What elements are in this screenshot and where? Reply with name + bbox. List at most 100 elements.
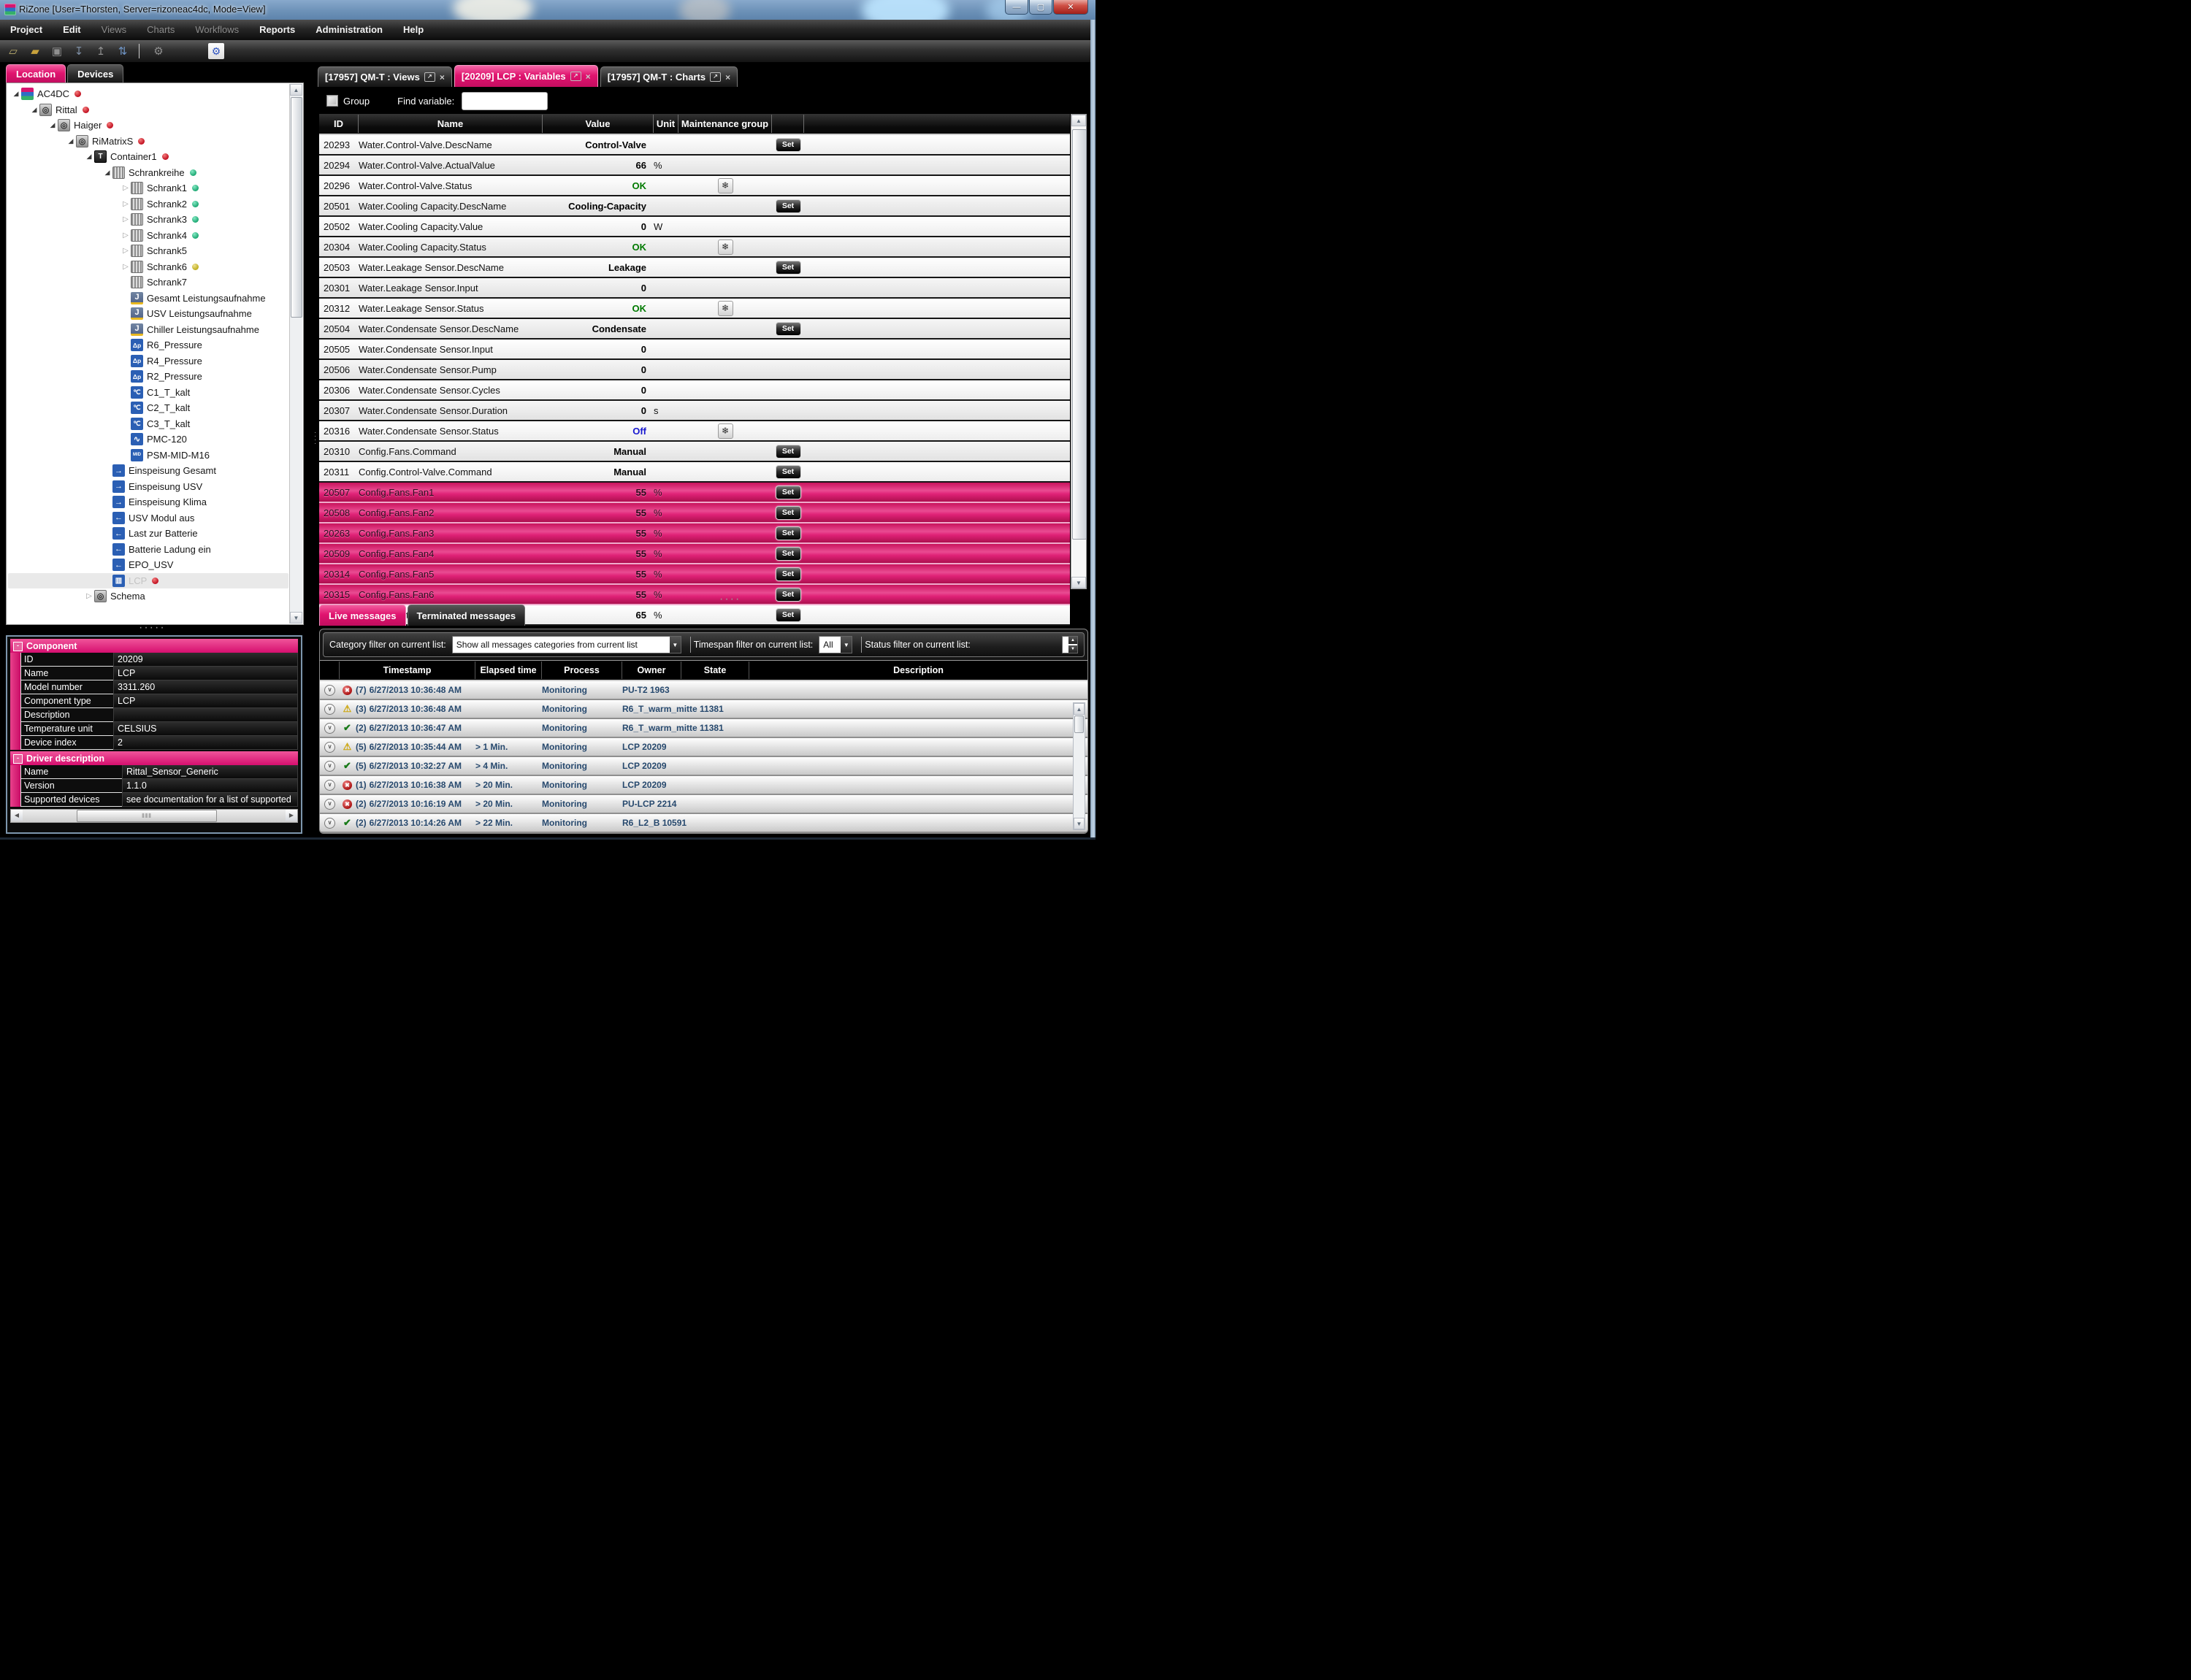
driver-section-header[interactable]: - Driver description <box>10 751 298 765</box>
message-row[interactable]: ∨✖(7)6/27/2013 10:36:48 AMMonitoringPU-T… <box>320 681 1087 700</box>
scroll-right-icon[interactable]: ▶ <box>286 810 297 821</box>
tree-item-psm-mid-m16[interactable]: MIDPSM-MID-M16 <box>8 448 288 464</box>
set-button[interactable]: Set <box>776 588 801 602</box>
group-checkbox[interactable] <box>326 95 338 107</box>
column-header-owner[interactable]: Owner <box>622 661 681 679</box>
column-header-elapsed-time[interactable]: Elapsed time <box>475 661 542 679</box>
scroll-down-icon[interactable]: ▼ <box>1071 577 1086 588</box>
maintenance-group-icon[interactable]: ❄ <box>718 178 733 193</box>
menu-project[interactable]: Project <box>0 20 53 40</box>
set-button[interactable]: Set <box>776 261 801 275</box>
message-row[interactable]: ∨✖(2)6/27/2013 10:16:19 AM> 20 Min.Monit… <box>320 795 1087 814</box>
expand-chevron-icon[interactable]: ∨ <box>324 685 335 696</box>
tree-item-einspeisung-gesamt[interactable]: →Einspeisung Gesamt <box>8 463 288 479</box>
scroll-down-icon[interactable]: ▼ <box>1074 818 1085 829</box>
tree-item-ac4dc[interactable]: ◢AC4DC <box>8 86 288 102</box>
expander-icon[interactable]: ▷ <box>121 215 131 223</box>
column-header-value[interactable]: Value <box>543 115 654 133</box>
restore-button[interactable]: ▢ <box>1029 0 1052 15</box>
tree-item-schrank1[interactable]: ▷Schrank1 <box>8 180 288 196</box>
variable-row[interactable]: 20301Water.Leakage Sensor.Input0 <box>319 278 1070 299</box>
set-button[interactable]: Set <box>776 199 801 213</box>
scrollbar-thumb[interactable] <box>1074 716 1084 733</box>
tree-item-schrank6[interactable]: ▷Schrank6 <box>8 259 288 275</box>
variable-row[interactable]: 20293Water.Control-Valve.DescNameControl… <box>319 135 1070 156</box>
column-header-description[interactable]: Description <box>749 661 1087 679</box>
new-project-icon[interactable]: ▱ <box>4 43 22 59</box>
message-row[interactable]: ∨✔(2)6/27/2013 10:14:26 AM> 22 Min.Monit… <box>320 814 1087 833</box>
horizontal-splitter-grip[interactable]: ···· <box>719 597 741 602</box>
tab-lcp-variables[interactable]: [20209] LCP : Variables↗× <box>454 65 598 87</box>
tree-item-schrankreihe[interactable]: ◢Schrankreihe <box>8 165 288 181</box>
expand-chevron-icon[interactable]: ∨ <box>324 723 335 734</box>
scroll-up-icon[interactable]: ▲ <box>290 84 302 96</box>
popout-icon[interactable]: ↗ <box>424 72 435 82</box>
set-button[interactable]: Set <box>776 506 801 520</box>
tree-item-r4-pressure[interactable]: ΔpR4_Pressure <box>8 353 288 369</box>
tree-item-c1-t-kalt[interactable]: ℃C1_T_kalt <box>8 385 288 401</box>
expand-chevron-icon[interactable]: ∨ <box>324 742 335 753</box>
popout-icon[interactable]: ↗ <box>710 72 721 82</box>
tree-item-c2-t-kalt[interactable]: ℃C2_T_kalt <box>8 400 288 416</box>
expander-icon[interactable]: ◢ <box>29 106 39 114</box>
status-filter-dropdown[interactable]: ▲▼ <box>1062 636 1078 653</box>
variable-row[interactable]: 20316Water.Condensate Sensor.StatusOff❄ <box>319 421 1070 442</box>
variable-row[interactable]: 20304Water.Cooling Capacity.StatusOK❄ <box>319 237 1070 258</box>
variable-row[interactable]: 20310Config.Fans.CommandManualSet <box>319 442 1070 462</box>
tree-item-c3-t-kalt[interactable]: ℃C3_T_kalt <box>8 416 288 432</box>
variable-row[interactable]: 20306Water.Condensate Sensor.Cycles0 <box>319 380 1070 401</box>
tree-item-schrank3[interactable]: ▷Schrank3 <box>8 212 288 228</box>
menu-edit[interactable]: Edit <box>53 20 91 40</box>
set-button[interactable]: Set <box>776 486 801 499</box>
scrollbar-thumb[interactable]: ⦀⦀⦀ <box>77 810 217 822</box>
variable-row[interactable]: 20311Config.Control-Valve.CommandManualS… <box>319 462 1070 483</box>
scroll-up-icon[interactable]: ▲ <box>1071 115 1086 126</box>
tab-terminated-messages[interactable]: Terminated messages <box>408 605 526 626</box>
column-header-maintenance-group[interactable]: Maintenance group <box>678 115 772 133</box>
expand-chevron-icon[interactable]: ∨ <box>324 780 335 791</box>
variable-row-selected[interactable]: 20508Config.Fans.Fan255%Set <box>319 503 1070 523</box>
tree-item-pmc-120[interactable]: ∿PMC-120 <box>8 431 288 448</box>
variable-row-selected[interactable]: 20314Config.Fans.Fan555%Set <box>319 564 1070 585</box>
variable-row-selected[interactable]: 20315Config.Fans.Fan655%Set <box>319 585 1070 605</box>
set-button[interactable]: Set <box>776 608 801 622</box>
tree-item-rittal[interactable]: ◢◎Rittal <box>8 102 288 118</box>
set-button[interactable]: Set <box>776 547 801 561</box>
tree-item-einspeisung-usv[interactable]: →Einspeisung USV <box>8 479 288 495</box>
tree-item-einspeisung-klima[interactable]: →Einspeisung Klima <box>8 494 288 510</box>
expander-icon[interactable]: ◢ <box>102 169 112 177</box>
message-row[interactable]: ∨⚠(3)6/27/2013 10:36:48 AMMonitoringR6_T… <box>320 700 1087 719</box>
tree-item-schema[interactable]: ▷◎Schema <box>8 588 288 605</box>
column-header-unit[interactable]: Unit <box>654 115 678 133</box>
set-button[interactable]: Set <box>776 445 801 459</box>
tree-item-gesamt-leistungsaufnahme[interactable]: JGesamt Leistungsaufnahme <box>8 291 288 307</box>
tree-item-container1[interactable]: ◢TContainer1 <box>8 149 288 165</box>
expander-icon[interactable]: ◢ <box>84 153 94 161</box>
variable-row-selected[interactable]: 20507Config.Fans.Fan155%Set <box>319 483 1070 503</box>
expander-icon[interactable]: ◢ <box>66 137 76 145</box>
message-row[interactable]: ∨⚠(5)6/27/2013 10:35:44 AM> 1 Min.Monito… <box>320 738 1087 757</box>
timespan-filter-dropdown[interactable]: All ▼ <box>819 636 852 653</box>
collapse-icon[interactable]: - <box>13 642 23 651</box>
set-button[interactable]: Set <box>776 567 801 581</box>
maintenance-group-icon[interactable]: ❄ <box>718 301 733 316</box>
tree-item-r2-pressure[interactable]: ΔpR2_Pressure <box>8 369 288 385</box>
tree-item-chiller-leistungsaufnahme[interactable]: JChiller Leistungsaufnahme <box>8 322 288 338</box>
tree-item-rimatrixs[interactable]: ◢◎RiMatrixS <box>8 134 288 150</box>
scroll-up-icon[interactable]: ▲ <box>1074 703 1085 715</box>
set-button[interactable]: Set <box>776 465 801 479</box>
message-row[interactable]: ∨✔(5)6/27/2013 10:32:27 AM> 4 Min.Monito… <box>320 757 1087 776</box>
tree-scrollbar[interactable]: ▲ ▼ <box>289 84 302 624</box>
column-header-state[interactable]: State <box>681 661 749 679</box>
chevron-up-icon[interactable]: ▲ <box>1068 637 1077 644</box>
expander-icon[interactable]: ▷ <box>121 231 131 239</box>
expander-icon[interactable]: ▷ <box>84 592 94 600</box>
scroll-left-icon[interactable]: ◀ <box>11 810 23 821</box>
open-project-icon[interactable]: ▰ <box>26 43 44 59</box>
chevron-down-icon[interactable]: ▼ <box>1068 645 1077 653</box>
menu-help[interactable]: Help <box>393 20 434 40</box>
expander-icon[interactable]: ▷ <box>121 184 131 192</box>
column-header-process[interactable]: Process <box>542 661 622 679</box>
variables-scrollbar[interactable]: ▲ ▼ <box>1071 114 1087 589</box>
variable-row[interactable]: 20504Water.Condensate Sensor.DescNameCon… <box>319 319 1070 340</box>
